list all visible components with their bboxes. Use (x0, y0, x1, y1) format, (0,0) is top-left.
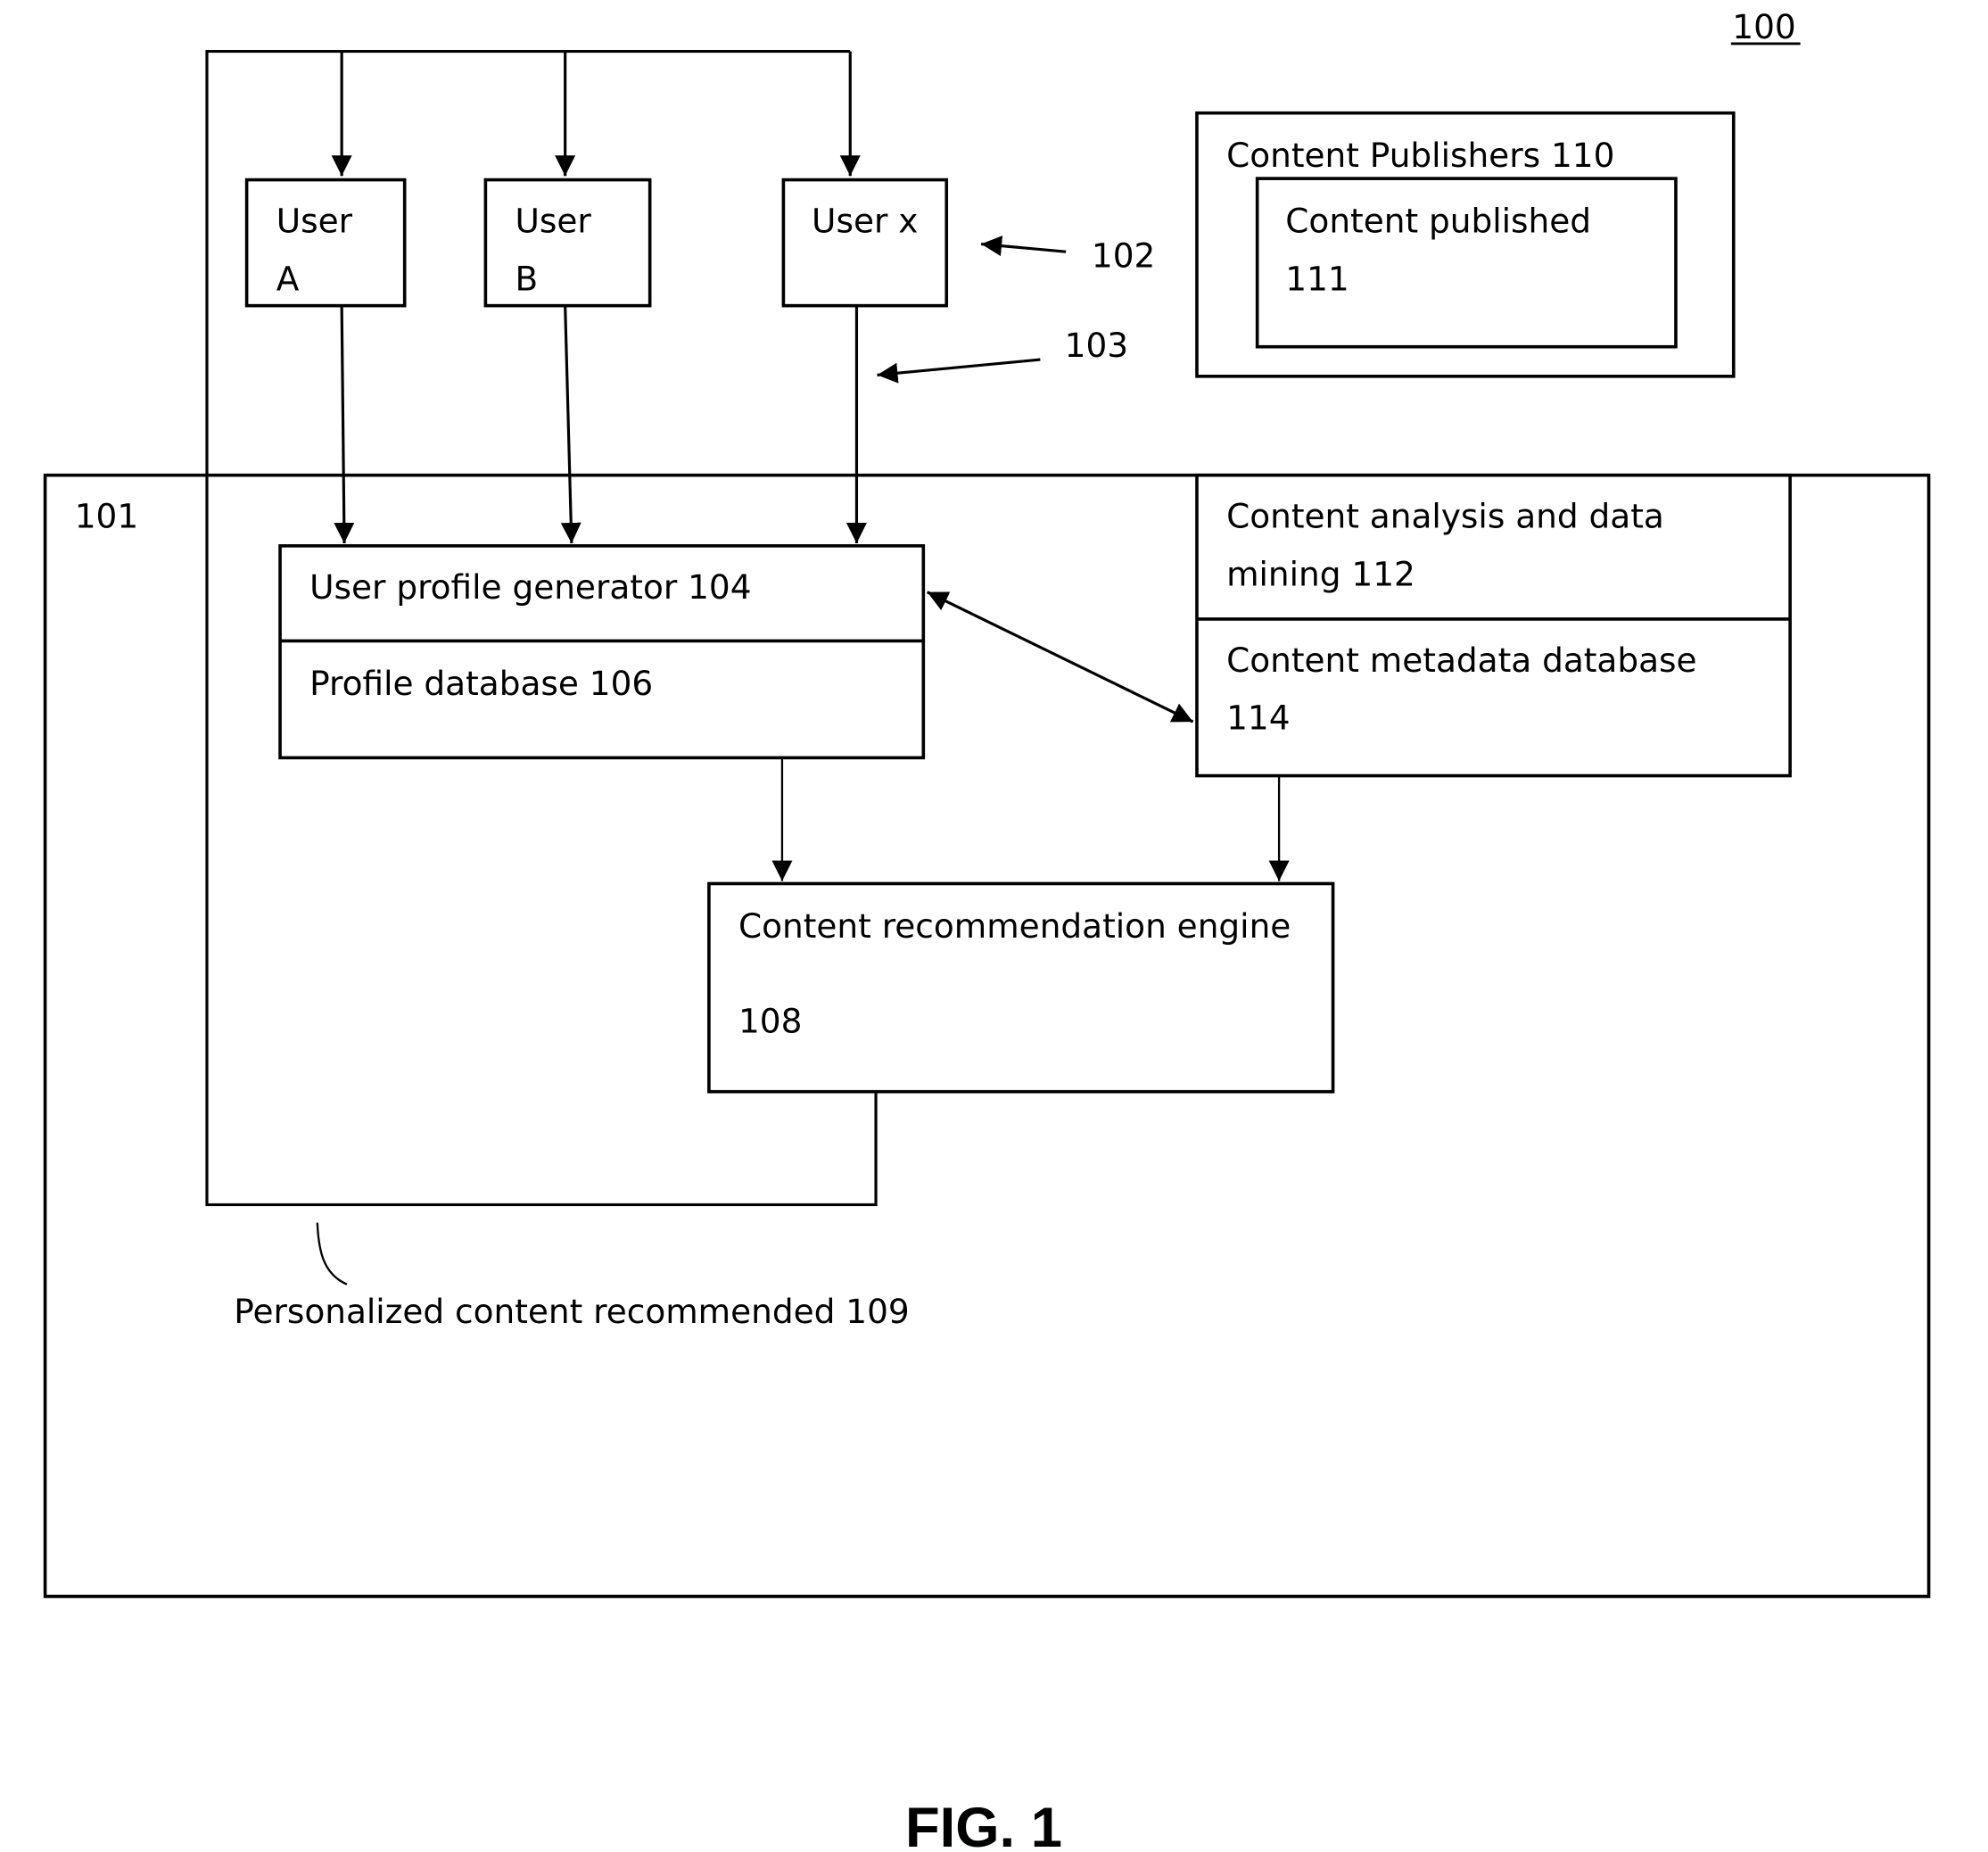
figure-ref-label: 100 (1732, 7, 1795, 46)
ref-102-pointer-arrow (980, 236, 1067, 257)
user-b-to-profile-arrow (560, 305, 582, 544)
content-publishers-box: Content Publishers 110 Content published… (1195, 111, 1736, 378)
ref-102-label: 102 (1092, 236, 1155, 275)
content-analysis-box: Content analysis and data mining 112 Con… (1195, 473, 1792, 778)
recommendation-engine-box: Content recommendation engine 108 (707, 881, 1335, 1094)
user-b-label-line1: User (516, 202, 592, 241)
profile-metadata-bidirectional-arrow (926, 591, 1194, 723)
content-analysis-label-line2: mining 112 (1226, 554, 1415, 593)
patent-diagram: 100 User A User B User x 102 103 Content… (43, 7, 1931, 1852)
user-a-label-line2: A (276, 259, 300, 298)
user-a-box: User A (244, 178, 407, 308)
user-a-to-profile-arrow (334, 305, 355, 543)
content-metadata-label-line1: Content metadata database (1226, 641, 1696, 680)
content-published-label-line1: Content published (1285, 202, 1591, 241)
user-b-label-line2: B (516, 259, 539, 298)
user-b-box: User B (483, 178, 652, 308)
figure-caption: FIG. 1 (905, 1797, 1062, 1852)
content-metadata-label-line2: 114 (1226, 699, 1290, 738)
ref-103-label: 103 (1065, 326, 1128, 365)
recommendation-engine-label-line2: 108 (738, 1001, 802, 1040)
personalized-content-label: Personalized content recommended 109 (234, 1292, 910, 1331)
content-published-label-line2: 111 (1285, 259, 1349, 298)
profile-generator-label: User profile generator 104 (309, 567, 751, 607)
user-x-box: User x (781, 178, 949, 308)
content-publishers-label: Content Publishers 110 (1226, 136, 1614, 175)
content-analysis-label-line1: Content analysis and data (1226, 497, 1664, 536)
recommendation-engine-label-line1: Content recommendation engine (738, 906, 1291, 946)
ref-103-pointer-arrow (877, 358, 1041, 384)
profile-generator-box: User profile generator 104 Profile datab… (278, 544, 926, 760)
recommended-leader-curve (316, 1222, 348, 1286)
profile-database-label: Profile database 106 (309, 664, 653, 703)
system-101-label: 101 (75, 497, 138, 536)
user-x-label: User x (812, 202, 918, 241)
user-a-label-line1: User (276, 202, 353, 241)
